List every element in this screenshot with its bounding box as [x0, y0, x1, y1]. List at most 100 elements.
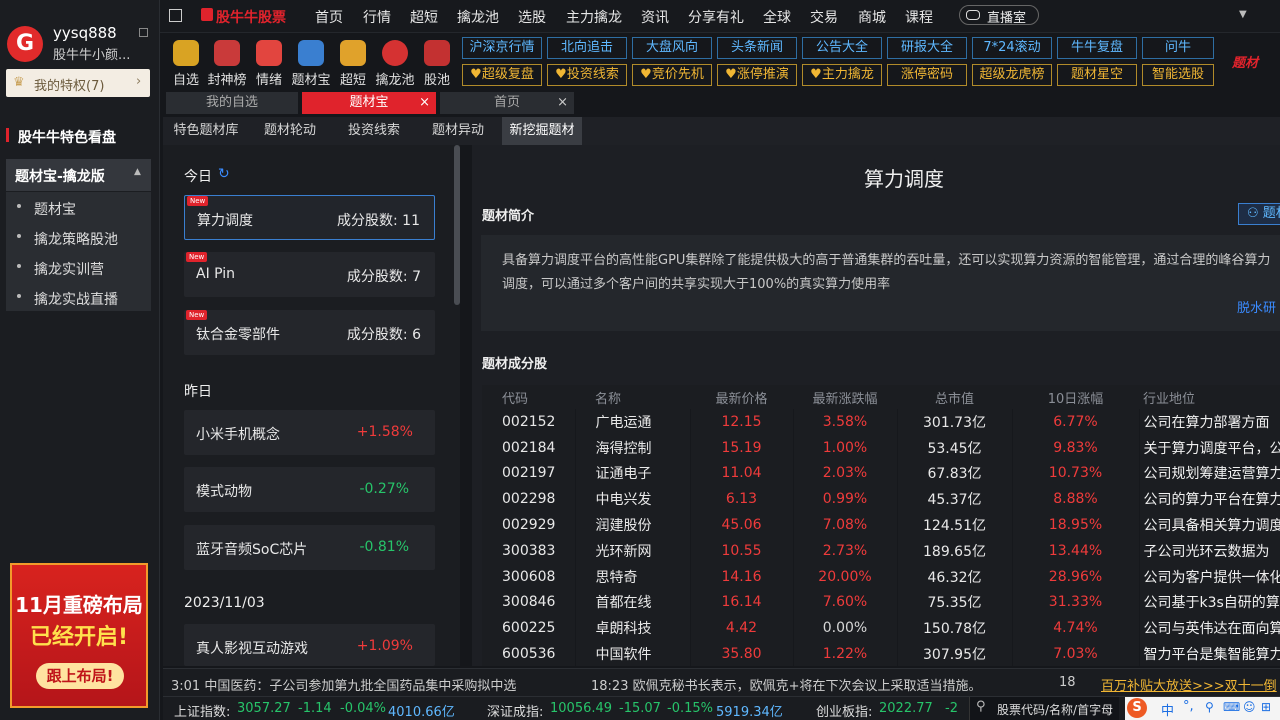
btn-research[interactable]: 研报大全 [887, 37, 967, 59]
btn-northbound[interactable]: 北向追击 [547, 37, 627, 59]
sidebar-item-ticaibao[interactable]: 题材宝 [6, 192, 151, 222]
sidebar-item-live[interactable]: 擒龙实战直播 [6, 282, 151, 311]
subtab-library[interactable]: 特色题材库 [166, 117, 246, 145]
col-change[interactable]: 最新涨跌幅 [793, 385, 897, 409]
nav-home[interactable]: 首页 [315, 7, 343, 27]
table-row[interactable]: 300608 思特奇 14.16 20.00% 46.32亿 28.96% 公司为客户提供一… [482, 563, 1280, 590]
subtab-anomaly[interactable]: 题材异动 [418, 117, 498, 145]
table-row[interactable]: 300846 首都在线 16.14 7.60% 75.35亿 31.33% 公司基于k3s自… [482, 589, 1280, 616]
btn-headlines[interactable]: 头条新闻 [717, 37, 797, 59]
btn-limit-code[interactable]: 涨停密码 [887, 64, 967, 86]
sidebar-item-strategy-pool[interactable]: 擒龙策略股池 [6, 222, 151, 252]
col-code[interactable]: 代码 [482, 385, 575, 409]
quick-fengshen[interactable]: 封神榜 [206, 36, 248, 88]
quick-stock-pool[interactable]: 股池 [416, 36, 458, 88]
keyboard-icon[interactable]: ⌨ [1223, 700, 1240, 714]
btn-super-review[interactable]: ♥超级复盘 [462, 64, 542, 86]
col-mktcap[interactable]: 总市值 [897, 385, 1012, 409]
promo-link[interactable]: 百万补贴大放送>>>双十一倒 [1101, 675, 1277, 694]
avatar[interactable]: G [7, 26, 43, 62]
btn-review[interactable]: 牛牛复盘 [1057, 37, 1137, 59]
ime-toolbar[interactable]: S 中 °, ⚲ ⌨ ☺ ⊞ [1125, 697, 1280, 720]
nav-course[interactable]: 课程 [905, 7, 933, 27]
ime-mode[interactable]: 中 [1161, 700, 1174, 719]
close-icon[interactable]: × [557, 92, 568, 114]
list-item[interactable]: 模式动物 -0.27% [184, 467, 435, 512]
quick-emotion[interactable]: 情绪 [248, 36, 290, 88]
punct-icon[interactable]: °, [1183, 699, 1194, 714]
dropdown-icon[interactable]: ▼ [1239, 9, 1247, 20]
sidebar-item-training[interactable]: 擒龙实训营 [6, 252, 151, 282]
nav-stock-picker[interactable]: 选股 [518, 7, 546, 27]
subtab-clues[interactable]: 投资线索 [334, 117, 414, 145]
nav-global[interactable]: 全球 [763, 7, 791, 27]
sidebar-group[interactable]: 题材宝-擒龙版 ▲ [6, 159, 151, 191]
tab-ticaibao[interactable]: 题材宝 × [302, 92, 436, 114]
intro-source[interactable]: 脱水研 [1237, 297, 1276, 316]
sidebar-toggle-icon[interactable] [169, 9, 182, 22]
quick-watchlist[interactable]: 自选 [165, 36, 207, 88]
ticker-item[interactable]: 3:01 中国医药：子公司参加第九批全国药品集中采购拟中选 [171, 675, 573, 694]
stock-search-field[interactable]: ⚲ 股票代码/名称/首字母 [969, 697, 1119, 720]
tab-watchlist[interactable]: 我的自选 [166, 92, 298, 114]
list-item[interactable]: 真人影视互动游戏 +1.09% [184, 624, 435, 666]
table-row[interactable]: 600536 中国软件 35.80 1.22% 307.95亿 7.03% 智力平台是集智能… [482, 641, 1280, 666]
nav-qinlong-pool[interactable]: 擒龙池 [457, 7, 499, 27]
quick-qinlong[interactable]: 擒龙池 [374, 36, 416, 88]
nav-trade[interactable]: 交易 [810, 7, 838, 27]
list-item-selected[interactable]: New 算力调度 成分股数: 11 [184, 195, 435, 240]
grid-icon[interactable]: ⊞ [1261, 700, 1271, 714]
list-item[interactable]: New AI Pin 成分股数: 7 [184, 252, 435, 297]
sz-label[interactable]: 深证成指: [487, 701, 543, 720]
promo-banner[interactable]: 11月重磅布局 已经开启! 跟上布局! [10, 563, 148, 708]
tab-home[interactable]: 首页 × [440, 92, 574, 114]
privilege-button[interactable]: ♛ 我的特权(7) › [6, 69, 150, 97]
table-row[interactable]: 002929 润建股份 45.06 7.08% 124.51亿 18.95% 公司具备相关算… [482, 512, 1280, 538]
subtab-rotation[interactable]: 题材轮动 [250, 117, 330, 145]
ticker-item[interactable]: 18 [1059, 675, 1076, 690]
col-10d[interactable]: 10日涨幅 [1012, 385, 1139, 409]
btn-auction[interactable]: ♥竞价先机 [632, 64, 712, 86]
list-scrollbar[interactable] [454, 145, 460, 305]
close-icon[interactable]: × [419, 92, 430, 114]
live-room-button[interactable]: 直播室 [959, 5, 1039, 26]
user-icon[interactable]: ☺ [1243, 700, 1256, 714]
btn-724[interactable]: 7*24滚动 [972, 37, 1052, 59]
table-row[interactable]: 002197 证通电子 11.04 2.03% 67.83亿 10.73% 公司规划筹建运营… [482, 460, 1280, 487]
btn-theme-sky[interactable]: 题材星空 [1057, 64, 1137, 86]
btn-smart-pick[interactable]: 智能选股 [1142, 64, 1214, 86]
mic-icon[interactable]: ⚲ [1205, 700, 1214, 714]
nav-main-force[interactable]: 主力擒龙 [566, 7, 622, 27]
list-item[interactable]: New 钛合金零部件 成分股数: 6 [184, 310, 435, 355]
copy-icon[interactable] [139, 28, 148, 37]
nav-news[interactable]: 资讯 [641, 7, 669, 27]
col-price[interactable]: 最新价格 [690, 385, 793, 409]
promo-button[interactable]: 跟上布局! [36, 663, 124, 689]
subtab-new-themes[interactable]: 新挖掘题材 [502, 117, 582, 145]
nav-mall[interactable]: 商城 [858, 7, 886, 27]
table-row[interactable]: 002298 中电兴发 6.13 0.99% 45.37亿 8.88% 公司的算力平台在算力 [482, 486, 1280, 513]
ticker-item[interactable]: 18:23 欧佩克秘书长表示，欧佩克+将在下次会议上采取适当措施。 [591, 675, 982, 694]
table-row[interactable]: 300383 光环新网 10.55 2.73% 189.65亿 13.44% 子公司光环云数… [482, 537, 1280, 564]
nav-short[interactable]: 超短 [410, 7, 438, 27]
btn-dragon-tiger[interactable]: 超级龙虎榜 [972, 64, 1052, 86]
btn-limit-up-sim[interactable]: ♥涨停推演 [717, 64, 797, 86]
sh-label[interactable]: 上证指数: [174, 701, 230, 720]
cy-label[interactable]: 创业板指: [816, 701, 872, 720]
btn-main-force[interactable]: ♥主力擒龙 [802, 64, 882, 86]
list-item[interactable]: 小米手机概念 +1.58% [184, 410, 435, 455]
list-item[interactable]: 蓝牙音频SoC芯片 -0.81% [184, 525, 435, 570]
nav-share[interactable]: 分享有礼 [688, 7, 744, 27]
quick-ticaibao[interactable]: 题材宝 [290, 36, 332, 88]
table-row[interactable]: 600225 卓朗科技 4.42 0.00% 150.78亿 4.74% 公司与英伟达在面向… [482, 615, 1280, 642]
btn-trend[interactable]: 大盘风向 [632, 37, 712, 59]
brand-tag[interactable]: 题材 [1232, 52, 1258, 71]
table-row[interactable]: 002152 广电运通 12.15 3.58% 301.73亿 6.77% 公司在算力部署方… [482, 409, 1280, 435]
quick-short[interactable]: 超短 [332, 36, 374, 88]
table-row[interactable]: 002184 海得控制 15.19 1.00% 53.45亿 9.83% 关于算力调度平台，… [482, 434, 1280, 461]
nav-quotes[interactable]: 行情 [363, 7, 391, 27]
btn-invest-clues[interactable]: ♥投资线索 [547, 64, 627, 86]
btn-announcements[interactable]: 公告大全 [802, 37, 882, 59]
col-industry[interactable]: 行业地位 [1139, 385, 1280, 409]
btn-market[interactable]: 沪深京行情 [462, 37, 542, 59]
